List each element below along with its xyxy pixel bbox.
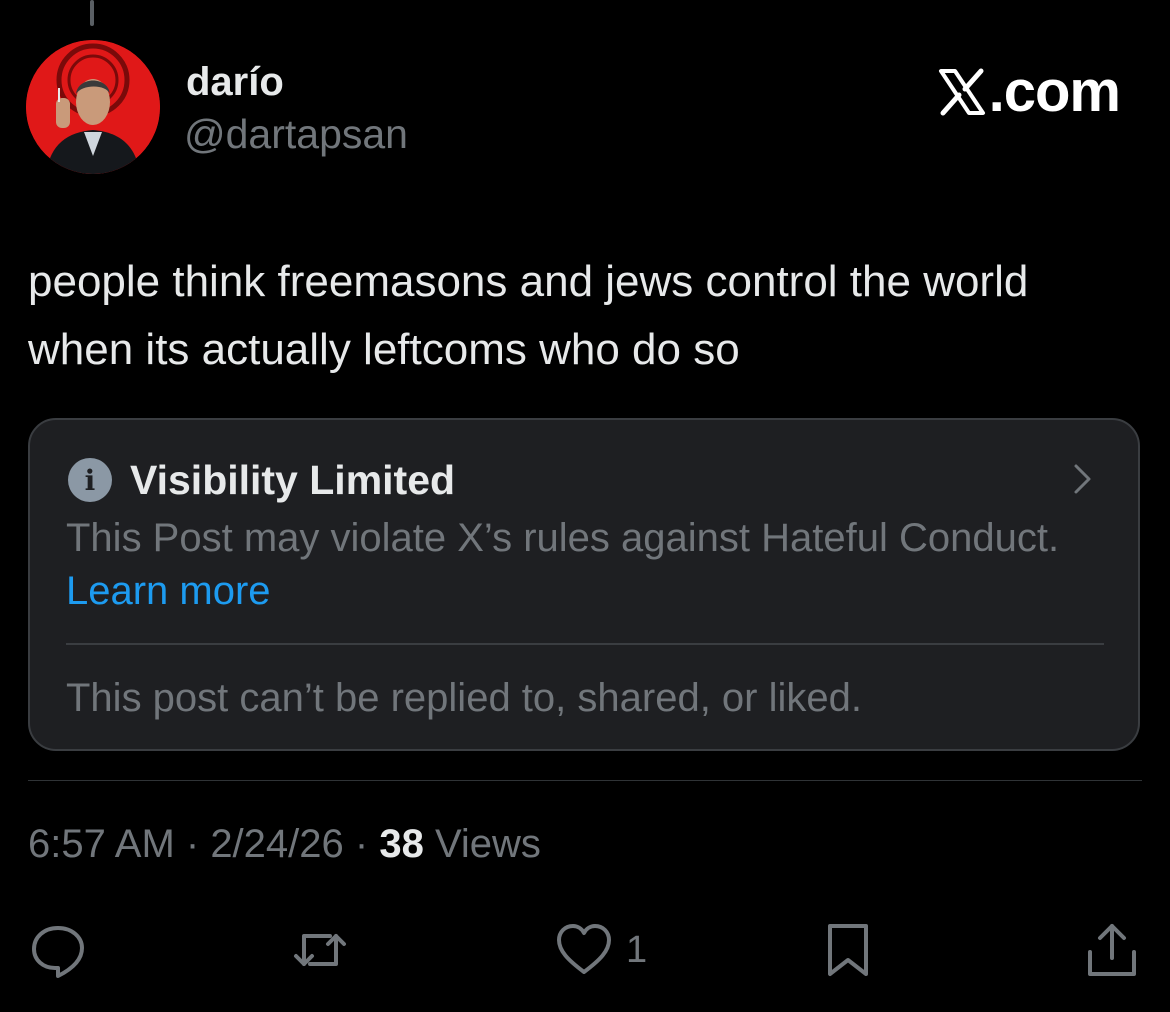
repost-icon (294, 934, 346, 966)
share-button[interactable] (1082, 920, 1142, 980)
avatar[interactable] (26, 40, 160, 174)
meta-separator: · (343, 822, 380, 866)
visibility-notice[interactable]: i Visibility Limited This Post may viola… (28, 418, 1140, 751)
x-brand-logo: .com (937, 59, 1121, 124)
avatar-image (26, 40, 160, 174)
share-icon (1088, 924, 1136, 976)
meta-separator: · (174, 822, 211, 866)
reply-icon (32, 926, 84, 978)
repost-button[interactable] (290, 920, 350, 980)
notice-body: This Post may violate X’s rules against … (66, 512, 1066, 618)
meta-divider (28, 780, 1142, 781)
views-count[interactable]: 38 (379, 822, 424, 866)
bookmark-icon (828, 924, 868, 976)
author-name[interactable]: darío (186, 58, 284, 106)
like-count: 1 (626, 929, 648, 971)
action-bar: 1 (0, 910, 1170, 990)
info-icon: i (68, 458, 112, 502)
chevron-right-icon[interactable] (1072, 462, 1094, 496)
heart-icon (557, 924, 611, 974)
notice-title-row: i Visibility Limited (68, 456, 455, 504)
post-text: people think freemasons and jews control… (28, 257, 1029, 374)
thread-connector-line (90, 0, 94, 26)
learn-more-link[interactable]: Learn more (66, 569, 271, 613)
author-handle[interactable]: @dartapsan (184, 110, 408, 158)
notice-footer-text: This post can’t be replied to, shared, o… (66, 676, 862, 720)
views-label[interactable]: Views (435, 822, 541, 866)
like-button[interactable]: 1 (554, 920, 647, 980)
brand-domain-text: .com (988, 59, 1121, 124)
x-logo-icon (938, 68, 985, 116)
post-time[interactable]: 6:57 AM (28, 822, 175, 866)
post-metadata: 6:57 AM · 2/24/26 · 38 Views (28, 818, 541, 870)
reply-button[interactable] (28, 920, 88, 980)
bookmark-button[interactable] (818, 920, 878, 980)
notice-title: Visibility Limited (130, 457, 456, 503)
post-date[interactable]: 2/24/26 (210, 822, 343, 866)
notice-divider (66, 643, 1104, 645)
notice-body-text: This Post may violate X’s rules against … (66, 516, 1060, 560)
